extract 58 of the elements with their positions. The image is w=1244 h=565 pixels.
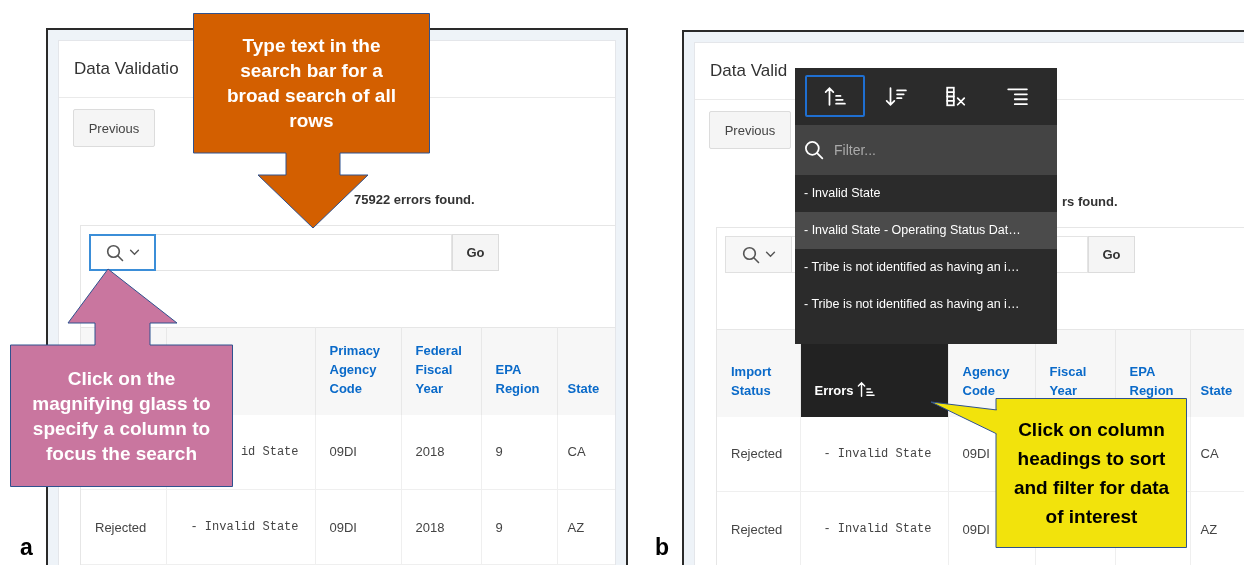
page-title: Data Valid xyxy=(710,61,788,81)
column-header[interactable]: Federal Fiscal Year xyxy=(415,340,469,398)
chevron-down-icon xyxy=(128,249,140,256)
menu-tool-button[interactable] xyxy=(805,75,865,117)
table-cell: - Invalid State xyxy=(166,489,315,565)
previous-button[interactable]: Previous xyxy=(73,109,155,147)
column-header[interactable]: Errors xyxy=(814,380,854,400)
column-header[interactable]: State xyxy=(1200,380,1233,400)
table-cell: 09DI xyxy=(315,414,401,490)
table-cell: AZ xyxy=(557,489,615,565)
column-header[interactable]: Fiscal Year xyxy=(1049,361,1103,400)
error-count: rs found. xyxy=(1061,194,1119,210)
previous-button[interactable]: Previous xyxy=(709,111,791,149)
column-header[interactable]: EPA Region xyxy=(495,359,545,398)
table-cell: Rejected xyxy=(717,491,800,565)
menu-option[interactable]: - Invalid State - Operating Status Dat… xyxy=(795,212,1057,249)
table-cell: 9 xyxy=(481,489,557,565)
table-cell: CA xyxy=(1190,416,1244,492)
search-icon xyxy=(741,245,760,264)
column-header[interactable]: Primacy Agency Code xyxy=(329,340,389,398)
column-header[interactable]: Import Status xyxy=(731,361,788,400)
go-button[interactable]: Go xyxy=(452,234,499,271)
table-cell: AZ xyxy=(1190,491,1244,565)
table-cell: Rejected xyxy=(717,416,800,492)
sort-ascending-icon xyxy=(856,380,875,398)
table-cell: 2018 xyxy=(401,489,481,565)
table-cell: CA xyxy=(557,414,615,490)
menu-option[interactable]: - Tribe is not identified as having an i… xyxy=(795,286,1057,323)
callout-text: Type text in the search bar for a broad search of all rows xyxy=(226,34,397,133)
menu-option[interactable]: - Tribe is not identified as having an i… xyxy=(795,249,1057,286)
search-field[interactable] xyxy=(156,234,452,271)
column-header[interactable]: Agency Code xyxy=(962,361,1023,400)
chevron-down-icon xyxy=(764,251,776,258)
hide-column-icon xyxy=(945,85,968,107)
sort-ascending-icon xyxy=(824,85,846,107)
lines-icon xyxy=(1005,85,1028,107)
column-header[interactable]: State xyxy=(567,378,600,398)
table-cell: 2018 xyxy=(401,414,481,490)
table-cell: 09DI xyxy=(315,489,401,565)
table-cell: - Invalid State xyxy=(800,416,948,492)
menu-option[interactable]: - Invalid State xyxy=(795,175,1057,212)
search-icon xyxy=(804,140,824,160)
table-cell: Rejected xyxy=(81,489,166,565)
page-title: Data Validatio xyxy=(74,59,179,79)
table-cell: 9 xyxy=(481,414,557,490)
search-icon xyxy=(105,243,124,262)
error-count: 75922 errors found. xyxy=(353,192,476,208)
callout-text: Click on the magnifying glass to specify a column to focus the search xyxy=(31,367,212,466)
filter-input[interactable]: Filter... xyxy=(832,141,1036,159)
panel-label: b xyxy=(655,536,670,559)
panel-label: a xyxy=(20,536,33,559)
column-header[interactable]: EPA Region xyxy=(1129,361,1178,400)
go-button[interactable]: Go xyxy=(1088,236,1135,273)
sort-descending-icon xyxy=(884,85,907,107)
callout-tail xyxy=(930,401,998,435)
search-column-button[interactable] xyxy=(89,234,156,271)
table-cell: - Invalid State xyxy=(800,491,948,565)
filter-field[interactable]: Filter... xyxy=(795,125,1057,175)
